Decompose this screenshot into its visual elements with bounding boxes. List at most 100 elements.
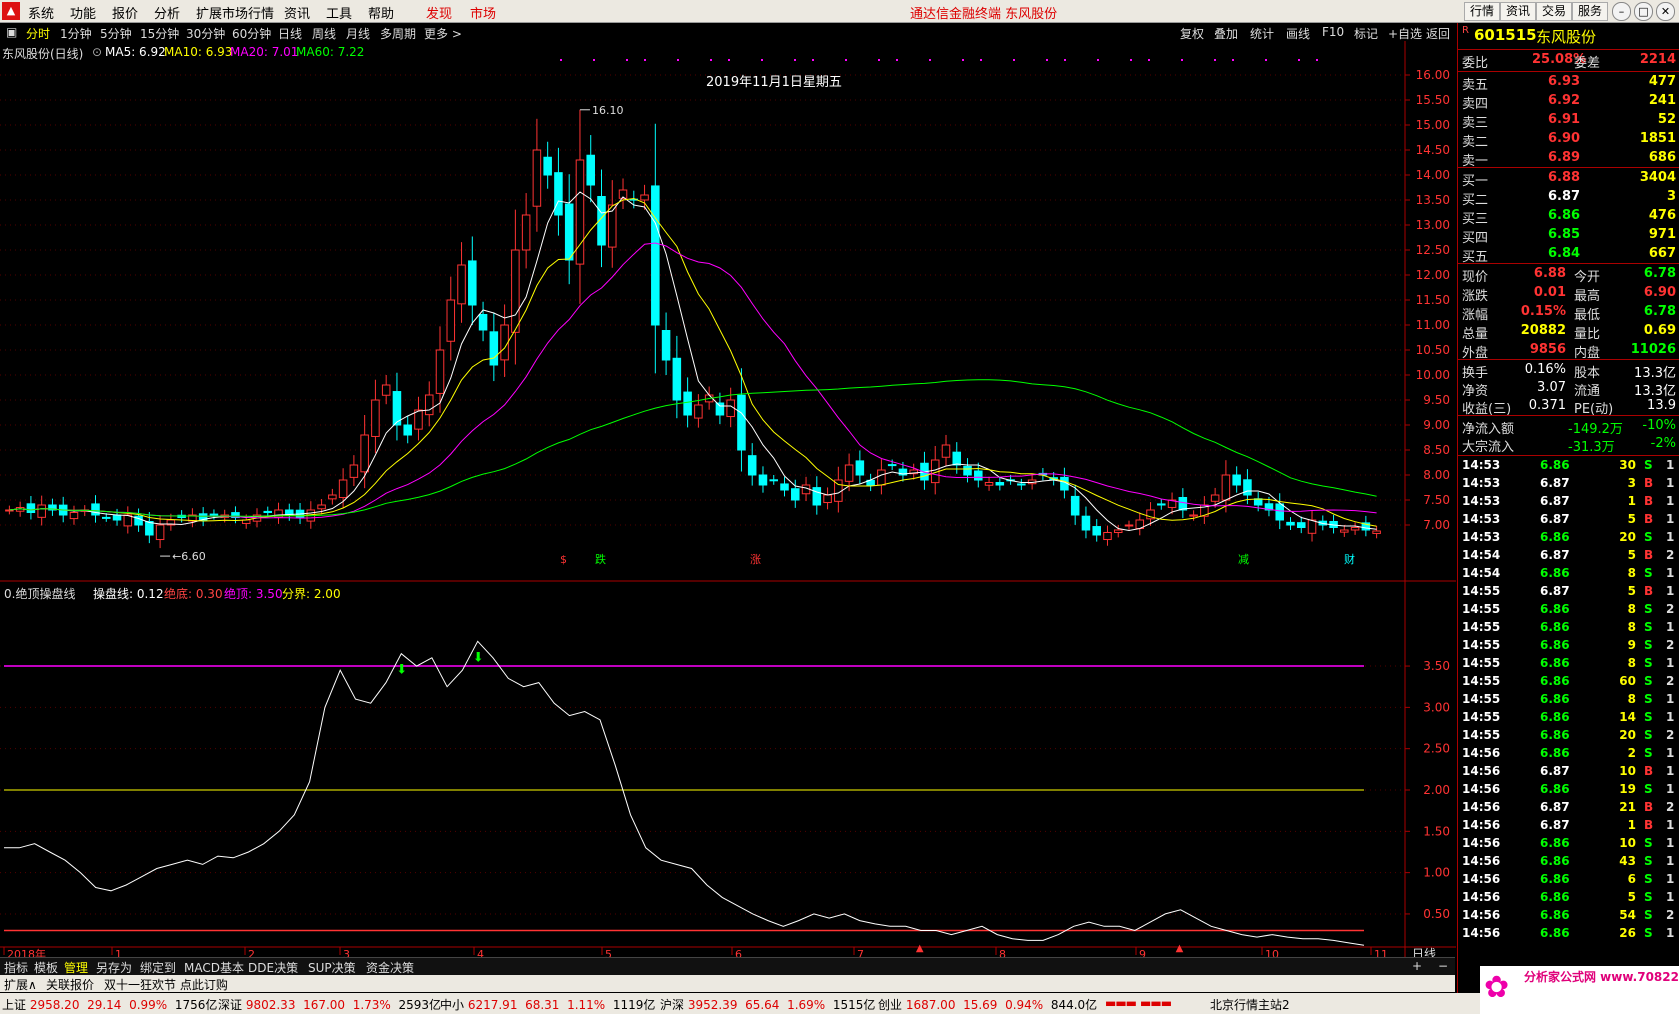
tab-indicator[interactable]: 指标 [4,959,28,976]
tick-row: 14:56 6.87 1 B 1 [1462,818,1675,832]
stat2-row-1: 净资 3.07 流通 13.3亿 [1462,380,1676,399]
tick-row: 14:56 6.86 6 S 1 [1462,872,1675,886]
index-4[interactable]: 创业 1687.00 15.69 0.94% 844.0亿 [878,996,1097,1013]
index-0[interactable]: 上证 2958.20 29.14 0.99% 1756亿 [2,996,217,1013]
tick-row: 14:55 6.87 5 B 1 [1462,584,1675,598]
period-tab-8[interactable]: 月线 [346,25,370,42]
candle-body [844,464,854,482]
price-tick-label: 9.00 [1423,418,1450,432]
price-tick-label: 12.00 [1416,268,1450,282]
x-tick-label: 4 [477,948,484,957]
kline-chart[interactable]: 7.007.508.008.509.009.5010.0010.5011.001… [0,41,1456,957]
candle-body [328,494,337,500]
menu-tools[interactable]: 工具 [326,3,352,22]
tick-row: 14:56 6.87 10 B 1 [1462,764,1675,778]
candle-body [554,172,563,216]
menu-discover[interactable]: 发现 [426,3,452,22]
index-1[interactable]: 深证 9802.33 167.00 1.73% 2593亿 [218,996,441,1013]
btn-overlay[interactable]: 叠加 [1214,25,1238,42]
period-tab-3[interactable]: 15分钟 [140,25,179,42]
candle-body [521,214,531,251]
ext-related-quote[interactable]: 关联报价 [46,976,94,993]
minimize-icon[interactable]: – [1612,2,1631,21]
btn-trade[interactable]: 交易 [1536,2,1572,21]
close-icon[interactable]: ✕ [1656,2,1675,21]
menu-quote[interactable]: 报价 [112,3,138,22]
tab-macd[interactable]: MACD基本 [184,959,244,976]
btn-news[interactable]: 资讯 [1500,2,1536,21]
window-title: 通达信金融终端 东风股份 [910,7,1058,22]
operation-line [4,640,1365,946]
btn-f10[interactable]: F10 [1322,25,1344,39]
period-tab-5[interactable]: 60分钟 [232,25,271,42]
btn-add-watch[interactable]: +自选 [1388,25,1422,42]
candle-body [672,357,682,401]
candle-body [360,434,369,473]
candle-body [640,194,649,201]
menu-help[interactable]: 帮助 [368,3,394,22]
tab-save-as[interactable]: 另存为 [96,959,132,976]
btn-back[interactable]: 返回 [1426,25,1450,42]
menu-ext-market[interactable]: 扩展市场行情 [196,3,274,22]
period-tab-7[interactable]: 周线 [312,25,336,42]
index-3[interactable]: 沪深 3952.39 65.64 1.69% 1515亿 [660,996,875,1013]
price-tick-label: 16.00 [1416,68,1450,82]
tick-row: 14:56 6.86 19 S 1 [1462,782,1675,796]
weibi-row: 委比 25.08% 委差 2214 [1462,52,1676,71]
panel-toggle-icon[interactable]: ▣ [6,25,17,39]
btn-draw[interactable]: 画线 [1286,25,1310,42]
period-tab-9[interactable]: 多周期 [380,25,416,42]
period-tab-6[interactable]: 日线 [278,25,302,42]
quote-panel: R 601515 东风股份 委比 25.08% 委差 2214 卖五 6.93 47… [1457,23,1679,1014]
period-tab-0[interactable]: 分时 [26,25,50,42]
price-tick-label: 7.50 [1423,493,1450,507]
ext-toggle[interactable]: 扩展∧ [4,976,37,993]
candle-body [489,331,499,366]
btn-quotes[interactable]: 行情 [1464,2,1500,21]
tab-sup[interactable]: SUP决策 [308,959,356,976]
top-marker-dot [1013,59,1015,61]
period-tab-4[interactable]: 30分钟 [186,25,225,42]
btn-restore-rights[interactable]: 复权 [1180,25,1204,42]
tab-template[interactable]: 模板 [34,959,58,976]
tab-fund[interactable]: 资金决策 [366,959,414,976]
menu-function[interactable]: 功能 [70,3,96,22]
btn-stats[interactable]: 统计 [1250,25,1274,42]
tab-dde[interactable]: DDE决策 [248,959,298,976]
tab-manage[interactable]: 管理 [64,959,88,976]
up-arrow-icon: ▲ [916,943,924,954]
period-tab-1[interactable]: 1分钟 [60,25,92,42]
candle-body [651,185,660,326]
candle-body [586,154,595,186]
high-annotation: 16.10 [592,104,624,117]
tick-row: 14:56 6.86 10 S 1 [1462,836,1675,850]
period-tab-2[interactable]: 5分钟 [100,25,132,42]
price-tick-label: 13.50 [1416,193,1450,207]
stat-row-4: 外盘 9856 内盘 11026 [1462,342,1676,361]
menu-analysis[interactable]: 分析 [154,3,180,22]
menu-info[interactable]: 资讯 [284,3,310,22]
top-marker-dot [1097,59,1099,61]
ext-promo-link[interactable]: 双十一狂欢节 点此订购 [104,976,228,993]
top-marker-dot [644,59,646,61]
maximize-icon[interactable]: □ [1634,2,1653,21]
btn-service[interactable]: 服务 [1572,2,1608,21]
candle-body [511,249,520,333]
period-tab-10[interactable]: 更多 > [424,25,462,42]
candle-body [112,514,122,521]
candle-body [683,391,692,416]
menu-system[interactable]: 系统 [28,3,54,22]
indicator-tick-label: 1.00 [1423,866,1450,880]
zoom-out-icon[interactable]: − [1438,959,1448,973]
zoom-in-icon[interactable]: + [1412,959,1422,973]
candle-body [37,504,46,518]
btn-mark[interactable]: 标记 [1354,25,1378,42]
candle-body [145,521,154,536]
index-2[interactable]: 中小 6217.91 68.31 1.11% 1119亿 [440,996,655,1013]
candle-body [263,510,273,513]
candle-body [1232,474,1241,486]
x-tick-label: 10 [1265,948,1279,957]
candle-body [446,299,456,342]
menu-market[interactable]: 市场 [470,3,496,22]
tab-bind[interactable]: 绑定到 [140,959,176,976]
